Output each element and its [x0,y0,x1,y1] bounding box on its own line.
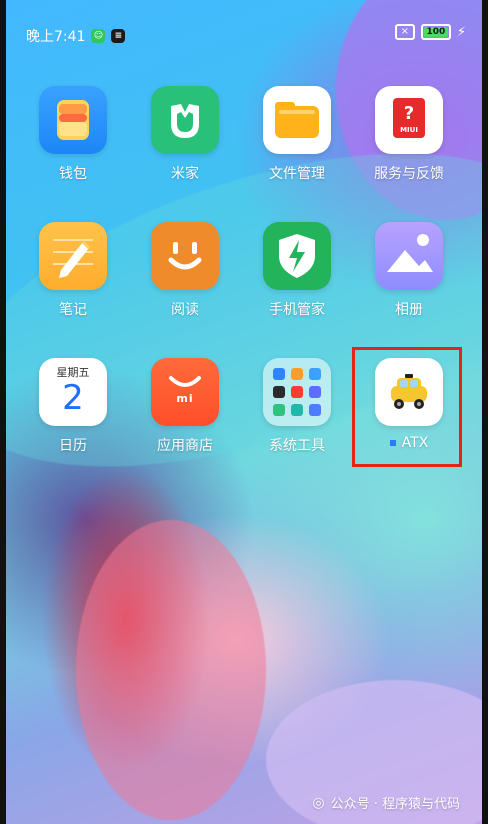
no-sim-icon: × [394,24,415,40]
calendar-icon[interactable]: 星期五 2 [39,358,107,426]
status-time: 晚上7:41 [26,29,86,45]
device-frame: 晚上7:41 ☺ ≡ × 100 ⚡ 钱包 米家 文件管理 ? MIUI 服务与… [0,0,488,824]
charging-icon: ⚡ [456,24,466,40]
system-tools-icon[interactable] [263,358,331,426]
app-label: 服务与反馈 [374,166,444,182]
notes-icon[interactable] [39,222,107,290]
battery-level: 100 [426,27,446,37]
app-store-icon[interactable]: mi [151,358,219,426]
wechat-notification-icon: ☺ [91,29,106,43]
app-label: 日历 [59,438,87,454]
status-right: × 100 ⚡ [394,24,466,40]
wallpaper-blob [76,520,266,820]
app-label: 系统工具 [269,438,325,454]
calendar-day: 2 [62,378,84,418]
app-system-tools[interactable]: 系统工具 [251,358,343,455]
battery-icon: 100 [420,24,451,40]
svg-text:?: ? [404,103,414,124]
security-icon[interactable] [263,222,331,290]
app-files[interactable]: 文件管理 [251,86,343,183]
miui-badge: MIUI [400,126,418,134]
mijia-icon[interactable] [151,86,219,154]
watermark-text: 公众号 · 程序猿与代码 [330,797,460,812]
app-mijia[interactable]: 米家 [139,86,231,183]
app-label: 应用商店 [157,438,213,454]
app-feedback[interactable]: ? MIUI 服务与反馈 [363,86,455,183]
wallet-icon[interactable] [39,86,107,154]
app-label: 相册 [395,302,423,318]
app-store[interactable]: mi 应用商店 [139,358,231,455]
wechat-logo-icon: ◎ [312,794,325,811]
reader-icon[interactable] [151,222,219,290]
app-label: 米家 [171,166,199,182]
terminal-notification-icon: ≡ [111,29,126,43]
app-label: 钱包 [59,166,87,182]
status-bar: 晚上7:41 ☺ ≡ × 100 ⚡ [6,0,482,64]
app-label: 笔记 [59,302,87,318]
app-label: 手机管家 [269,302,325,318]
app-notes[interactable]: 笔记 [27,222,119,319]
app-security[interactable]: 手机管家 [251,222,343,319]
watermark: ◎ 公众号 · 程序猿与代码 [312,793,460,813]
feedback-icon[interactable]: ? MIUI [375,86,443,154]
app-store-brand: mi [176,392,194,405]
app-label: 文件管理 [269,166,325,182]
status-time-group: 晚上7:41 ☺ ≡ [26,26,126,46]
highlight-box [352,347,462,467]
folder-icon[interactable] [263,86,331,154]
home-screen: 晚上7:41 ☺ ≡ × 100 ⚡ 钱包 米家 文件管理 ? MIUI 服务与… [6,0,482,824]
app-gallery[interactable]: 相册 [363,222,455,319]
app-wallet[interactable]: 钱包 [27,86,119,183]
app-reader[interactable]: 阅读 [139,222,231,319]
app-calendar[interactable]: 星期五 2 日历 [27,358,119,455]
gallery-icon[interactable] [375,222,443,290]
app-label: 阅读 [171,302,199,318]
